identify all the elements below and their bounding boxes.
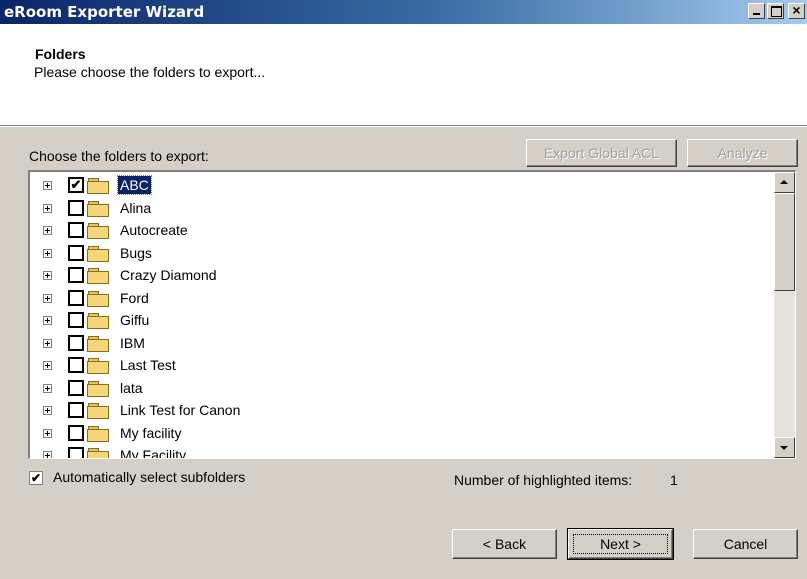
expand-plus-icon[interactable] xyxy=(43,338,52,348)
minimize-icon xyxy=(753,13,760,15)
tree-item[interactable]: Autocreate xyxy=(30,220,770,243)
expand-plus-icon[interactable] xyxy=(43,316,52,325)
folder-tree[interactable]: ✔ ABC Alina Autocreate Bugs Crazy Diamond Ford… xyxy=(28,170,796,459)
scroll-up-button[interactable] xyxy=(774,172,795,193)
folder-icon xyxy=(87,245,109,262)
folder-label[interactable]: Link Test for Canon xyxy=(118,401,242,419)
expand-plus-icon[interactable] xyxy=(43,406,52,415)
expand-plus-icon[interactable] xyxy=(43,248,52,258)
analyze-button[interactable]: Analyze xyxy=(687,139,798,167)
highlighted-items-count: 1 xyxy=(670,472,678,488)
choose-folders-label: Choose the folders to export: xyxy=(29,148,209,164)
tree-item[interactable]: IBM xyxy=(30,333,770,356)
expand-plus-icon[interactable] xyxy=(43,293,52,303)
window-controls: × xyxy=(748,2,805,19)
export-global-acl-button[interactable]: Export Global ACL xyxy=(526,139,677,167)
tree-item[interactable]: Ford xyxy=(30,288,770,311)
folder-label[interactable]: Crazy Diamond xyxy=(118,266,218,284)
folder-icon xyxy=(87,268,109,284)
focus-rect xyxy=(573,534,668,554)
tree-item[interactable]: Last Test xyxy=(30,355,770,378)
expand-plus-icon[interactable] xyxy=(43,383,52,393)
folder-icon xyxy=(87,290,109,307)
tree-item[interactable]: My Facility xyxy=(30,445,770,458)
folder-checkbox[interactable] xyxy=(68,199,84,216)
folder-icon xyxy=(87,178,109,194)
folder-label[interactable]: Ford xyxy=(118,289,151,307)
expand-plus-icon[interactable] xyxy=(43,181,52,190)
tree-item[interactable]: My facility xyxy=(30,423,770,446)
folder-checkbox[interactable] xyxy=(68,379,84,396)
folder-label[interactable]: My facility xyxy=(118,424,183,442)
cancel-button[interactable]: Cancel xyxy=(693,529,798,559)
wizard-header: Folders Please choose the folders to exp… xyxy=(0,24,807,126)
folder-checkbox[interactable] xyxy=(68,222,84,238)
folder-label[interactable]: ABC xyxy=(117,175,152,195)
folder-checkbox[interactable] xyxy=(68,267,84,283)
folder-label[interactable]: lata xyxy=(118,379,145,397)
folder-label[interactable]: Autocreate xyxy=(118,221,190,239)
folder-icon xyxy=(87,448,109,458)
expand-plus-icon[interactable] xyxy=(43,451,52,458)
tree-item[interactable]: ✔ ABC xyxy=(30,175,770,198)
folder-label[interactable]: Giffu xyxy=(118,311,151,329)
tree-item[interactable]: Link Test for Canon xyxy=(30,400,770,423)
expand-plus-icon[interactable] xyxy=(43,271,52,280)
folder-label[interactable]: Alina xyxy=(118,199,153,217)
tree-item[interactable]: Crazy Diamond xyxy=(30,265,770,288)
title-bar: eRoom Exporter Wizard × xyxy=(0,0,807,24)
folder-label[interactable]: My Facility xyxy=(118,446,188,458)
folder-checkbox[interactable] xyxy=(68,447,84,458)
tree-item[interactable]: Alina xyxy=(30,198,770,221)
folder-checkbox[interactable] xyxy=(68,424,84,441)
folder-checkbox[interactable] xyxy=(68,289,84,306)
next-button[interactable]: Next > xyxy=(567,528,674,560)
expand-plus-icon[interactable] xyxy=(43,203,52,213)
tree-item[interactable]: Giffu xyxy=(30,310,770,333)
scroll-down-button[interactable] xyxy=(774,437,795,458)
folder-icon xyxy=(87,380,109,397)
expand-plus-icon[interactable] xyxy=(43,361,52,370)
folder-icon xyxy=(87,313,109,329)
folder-icon xyxy=(87,335,109,352)
minimize-button[interactable] xyxy=(748,3,765,19)
tree-item[interactable]: Bugs xyxy=(30,243,770,266)
vertical-scrollbar[interactable] xyxy=(774,172,795,458)
close-icon: × xyxy=(792,2,801,18)
folder-label[interactable]: IBM xyxy=(118,334,147,352)
folder-checkbox[interactable] xyxy=(68,357,84,373)
back-button[interactable]: < Back xyxy=(452,529,557,559)
folder-icon xyxy=(87,358,109,374)
arrow-up-icon xyxy=(780,180,788,184)
close-button[interactable]: × xyxy=(788,2,805,19)
maximize-icon xyxy=(771,6,782,17)
folder-checkbox[interactable] xyxy=(68,244,84,261)
folder-label[interactable]: Bugs xyxy=(118,244,154,262)
page-subtitle: Please choose the folders to export... xyxy=(34,64,266,80)
maximize-button[interactable] xyxy=(767,3,784,19)
arrow-down-icon xyxy=(780,446,788,450)
folder-list: ✔ ABC Alina Autocreate Bugs Crazy Diamond Ford… xyxy=(30,175,770,458)
folder-checkbox[interactable] xyxy=(68,312,84,328)
expand-plus-icon[interactable] xyxy=(43,226,52,235)
auto-select-subfolders-label[interactable]: Automatically select subfolders xyxy=(53,469,245,485)
window-title: eRoom Exporter Wizard xyxy=(4,3,205,21)
folder-icon xyxy=(87,223,109,239)
highlighted-items-label: Number of highlighted items: xyxy=(454,472,633,488)
scrollbar-thumb[interactable] xyxy=(774,193,795,291)
folder-checkbox[interactable]: ✔ xyxy=(68,177,84,193)
tree-item[interactable]: lata xyxy=(30,378,770,401)
folder-icon xyxy=(87,425,109,442)
page-title: Folders xyxy=(35,46,86,62)
folder-checkbox[interactable] xyxy=(68,402,84,418)
folder-checkbox[interactable] xyxy=(68,334,84,351)
folder-icon xyxy=(87,200,109,217)
folder-label[interactable]: Last Test xyxy=(118,356,178,374)
auto-select-subfolders-checkbox[interactable]: ✔ xyxy=(29,471,43,485)
folder-icon xyxy=(87,403,109,419)
expand-plus-icon[interactable] xyxy=(43,428,52,438)
